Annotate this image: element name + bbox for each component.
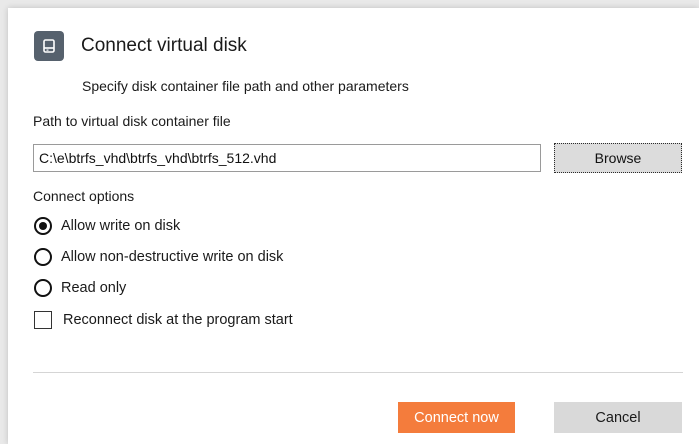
- browse-button[interactable]: Browse: [554, 143, 682, 173]
- dialog-title: Connect virtual disk: [81, 35, 247, 56]
- connect-virtual-disk-dialog: Connect virtual disk Specify disk contai…: [8, 8, 699, 444]
- option-non-destructive-write[interactable]: Allow non-destructive write on disk: [34, 247, 283, 267]
- connect-options-label: Connect options: [33, 188, 135, 204]
- footer-divider: [33, 372, 683, 373]
- option-non-destructive-write-label: Allow non-destructive write on disk: [61, 249, 284, 265]
- option-allow-write[interactable]: Allow write on disk: [34, 216, 180, 236]
- disk-icon: [34, 31, 64, 61]
- option-read-only[interactable]: Read only: [34, 278, 126, 298]
- option-allow-write-label: Allow write on disk: [61, 218, 181, 234]
- path-label: Path to virtual disk container file: [33, 113, 231, 129]
- connect-now-button[interactable]: Connect now: [398, 402, 515, 433]
- radio-allow-write[interactable]: [34, 217, 52, 235]
- path-input[interactable]: [33, 144, 541, 172]
- checkbox-reconnect[interactable]: [34, 311, 52, 329]
- option-reconnect[interactable]: Reconnect disk at the program start: [34, 310, 293, 330]
- cancel-button[interactable]: Cancel: [554, 402, 682, 433]
- dialog-subtitle: Specify disk container file path and oth…: [82, 78, 409, 94]
- option-read-only-label: Read only: [61, 280, 127, 296]
- option-reconnect-label: Reconnect disk at the program start: [63, 312, 293, 328]
- radio-read-only[interactable]: [34, 279, 52, 297]
- radio-non-destructive-write[interactable]: [34, 248, 52, 266]
